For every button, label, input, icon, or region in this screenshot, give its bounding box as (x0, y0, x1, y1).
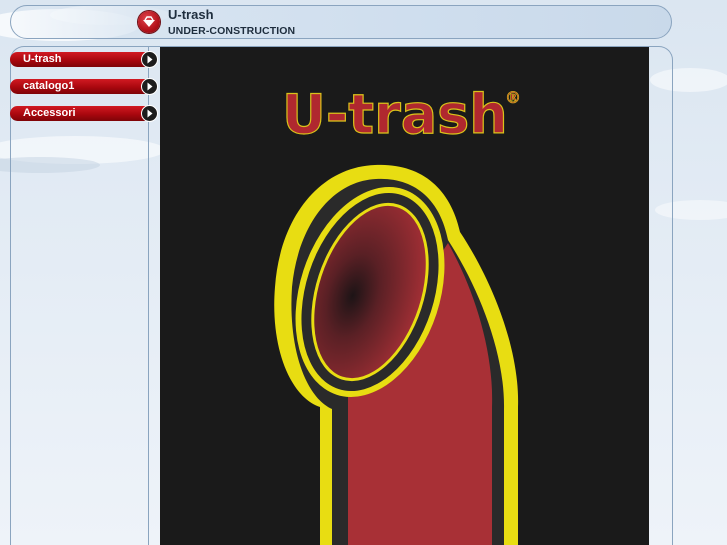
sidebar-item-u-trash[interactable]: U-trash (10, 51, 158, 68)
u-trash-bin-graphic (274, 164, 519, 545)
sidebar-item-catalogo1[interactable]: catalogo1 (10, 78, 158, 95)
brand-badge-icon[interactable] (138, 11, 160, 33)
page-title: U-trash (168, 7, 214, 22)
product-image: U-trash ® (160, 47, 649, 545)
header-bar (10, 5, 672, 39)
sidebar-item-label: Accessori (23, 107, 76, 119)
sidebar-item-label: U-trash (23, 53, 62, 65)
brand-wordmark: U-trash (282, 83, 508, 146)
arrow-right-icon[interactable] (141, 51, 158, 68)
sidebar-item-label: catalogo1 (23, 80, 75, 92)
arrow-right-icon[interactable] (141, 105, 158, 122)
sidebar-nav: U-trash catalogo1 Accessori (10, 51, 158, 133)
sidebar-item-accessori[interactable]: Accessori (10, 105, 158, 122)
page-subtitle: UNDER-CONSTRUCTION (168, 25, 296, 37)
arrow-right-icon[interactable] (141, 78, 158, 95)
registered-mark: ® (505, 88, 521, 107)
